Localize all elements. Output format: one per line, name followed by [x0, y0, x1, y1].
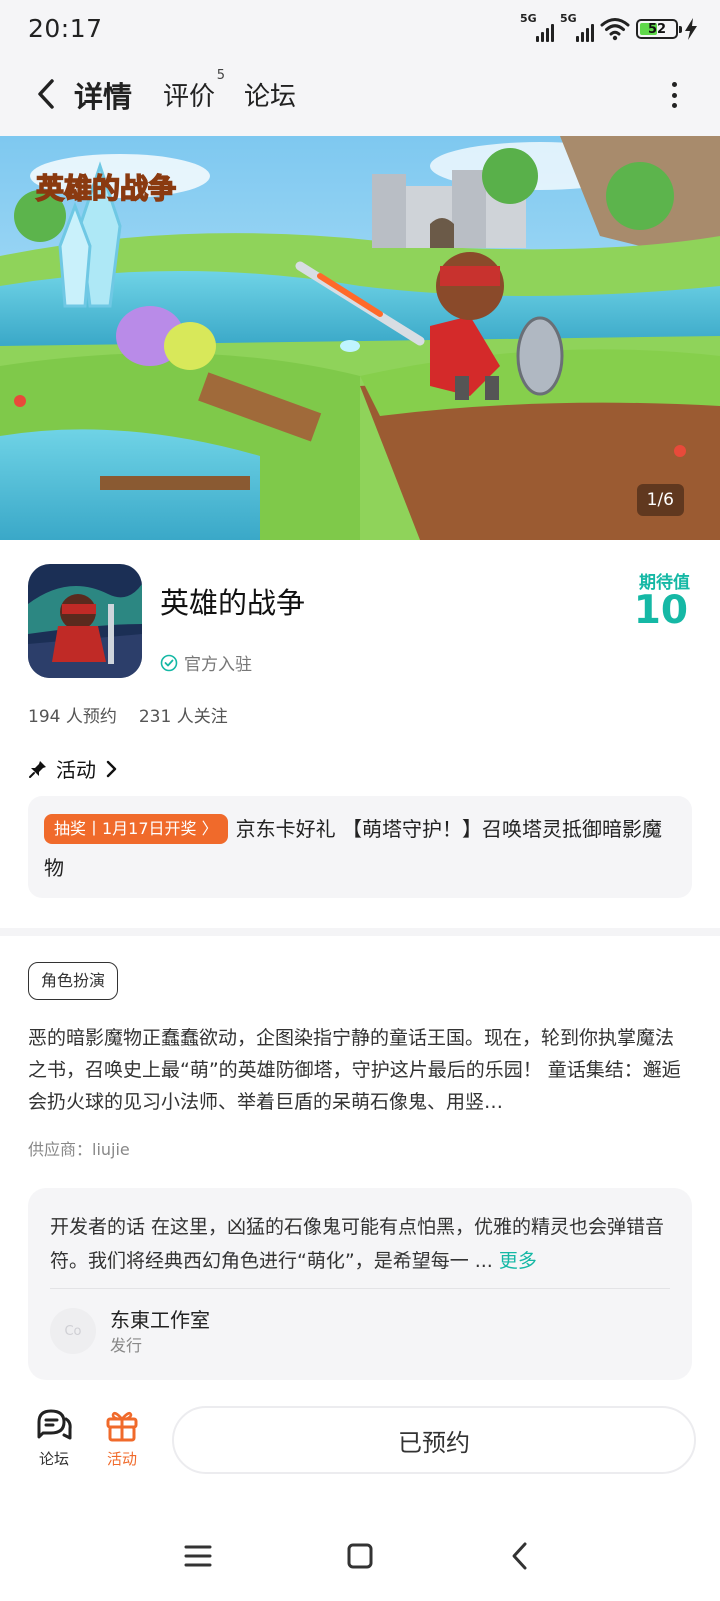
system-nav-bar	[0, 1510, 720, 1601]
activity-section-link[interactable]: 活动	[28, 754, 118, 783]
activity-heading: 活动	[56, 758, 96, 782]
status-bar: 20:17 5G 5G 52	[0, 0, 720, 58]
reserved-button[interactable]: 已预约	[172, 1406, 696, 1474]
signal-icon: 5G	[560, 12, 594, 42]
reservation-count: 194 人预约	[28, 707, 117, 727]
verified-check-icon	[160, 654, 178, 671]
battery-level: 52	[647, 21, 667, 37]
official-badge: 官方入驻	[160, 650, 252, 675]
studio-name[interactable]: 东東工作室	[110, 1304, 210, 1333]
forum-chat-icon	[37, 1409, 72, 1440]
game-app-icon	[28, 564, 142, 678]
game-description[interactable]: 恶的暗影魔物正蠢蠢欲动，企图染指宁静的童话王国。现在，轮到你执掌魔法之书，召唤史…	[28, 1022, 692, 1118]
chevron-left-icon	[38, 79, 54, 109]
developer-note-text: 开发者的话 在这里，凶猛的石像鬼可能有点怕黑，优雅的精灵也会弹错音符。我们将经典…	[50, 1216, 665, 1272]
tab-reviews[interactable]: 评价 5	[163, 68, 225, 113]
pin-icon	[29, 760, 46, 778]
activity-button[interactable]: 活动	[92, 1408, 152, 1469]
signal-icon: 5G	[520, 12, 554, 42]
tab-forum[interactable]: 论坛	[244, 76, 296, 113]
follower-count: 231 人关注	[138, 707, 228, 727]
studio-role: 发行	[110, 1336, 143, 1355]
developer-note-card[interactable]: 开发者的话 在这里，凶猛的石像鬼可能有点怕黑，优雅的精灵也会弹错音符。我们将经典…	[28, 1188, 692, 1380]
more-vertical-icon[interactable]	[664, 78, 684, 112]
status-icons: 5G 5G 52	[520, 12, 698, 44]
battery-icon: 52	[636, 19, 682, 39]
forum-label: 论坛	[38, 1450, 69, 1468]
supplier-info: 供应商：liujie	[28, 1140, 130, 1159]
gift-icon	[106, 1411, 138, 1442]
forum-button[interactable]: 论坛	[24, 1408, 84, 1469]
network-type: 5G	[560, 12, 577, 25]
lottery-tag[interactable]: 抽奖丨1月17日开奖 〉	[44, 814, 228, 844]
genre-tag[interactable]: 角色扮演	[28, 962, 119, 1000]
game-title: 英雄的战争	[160, 586, 306, 620]
section-divider	[0, 928, 720, 936]
expectation-score: 10	[633, 588, 688, 633]
developer-note: 开发者的话 在这里，凶猛的石像鬼可能有点怕黑，优雅的精灵也会弹错音符。我们将经典…	[50, 1210, 670, 1278]
tab-label: 评价	[163, 82, 216, 112]
avatar[interactable]: Co	[50, 1308, 96, 1354]
top-nav-bar: 详情 评价 5 论坛	[0, 58, 720, 136]
status-time: 20:17	[28, 14, 103, 43]
chevron-right-icon	[106, 760, 117, 777]
home-icon[interactable]	[340, 1536, 380, 1576]
network-type: 5G	[520, 12, 537, 25]
banner-logo-text: 英雄的战争	[36, 172, 176, 205]
tab-details[interactable]: 详情	[74, 74, 133, 118]
tab-label: 详情	[74, 80, 133, 114]
banner-illustration: 英雄的战争	[0, 136, 720, 540]
card-divider	[50, 1288, 670, 1289]
game-banner[interactable]: 英雄的战争 1/6	[0, 136, 720, 540]
wifi-icon	[600, 18, 630, 41]
charging-icon	[685, 18, 697, 40]
official-label: 官方入驻	[184, 655, 252, 675]
tab-label: 论坛	[244, 82, 297, 112]
game-stats: 194 人预约 231 人关注	[28, 702, 228, 727]
activity-card[interactable]: 抽奖丨1月17日开奖 〉京东卡好礼 【萌塔守护！】召唤塔灵抵御暗影魔物	[28, 796, 692, 898]
menu-icon[interactable]	[178, 1536, 218, 1576]
review-count-badge: 5	[216, 68, 226, 83]
activity-label: 活动	[106, 1450, 137, 1468]
back-nav-icon[interactable]	[500, 1536, 540, 1576]
back-button[interactable]	[26, 74, 66, 114]
more-link[interactable]: 更多	[499, 1250, 537, 1272]
banner-page-counter: 1/6	[636, 484, 684, 516]
